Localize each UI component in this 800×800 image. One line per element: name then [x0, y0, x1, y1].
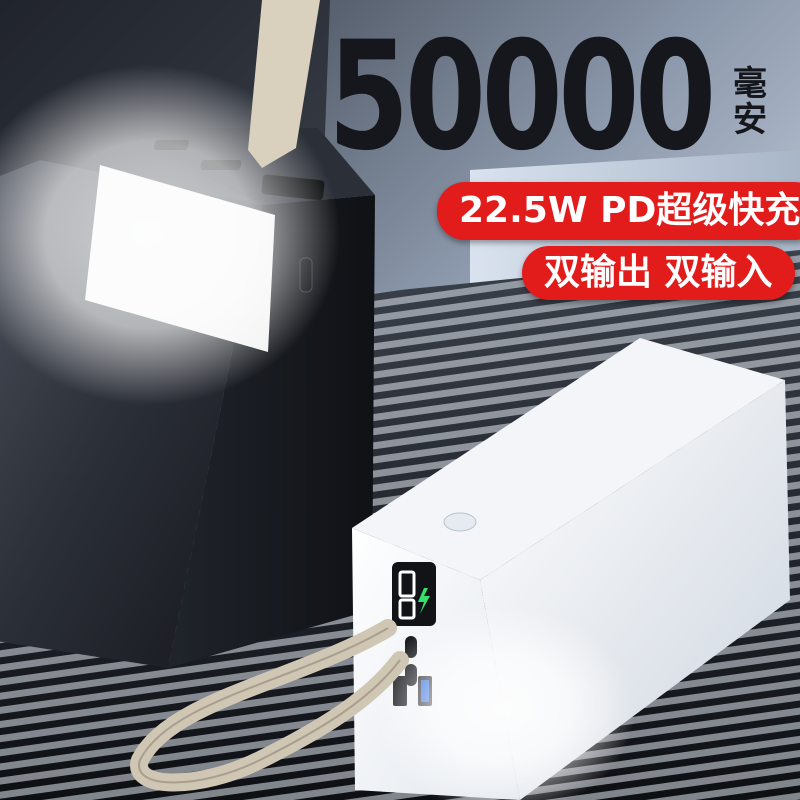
dual-io-badge: 双输出 双输入: [522, 246, 795, 300]
capacity-unit-line-2: 安: [733, 100, 767, 140]
fast-charge-badge: 22.5W PD超级快充: [437, 182, 800, 240]
capacity-headline: 50000: [328, 10, 716, 184]
capacity-unit-line-1: 毫: [733, 64, 767, 104]
white-bank-power-button: [443, 512, 477, 532]
black-power-bank: [0, 65, 375, 668]
capacity-unit: 毫 安: [730, 66, 770, 138]
